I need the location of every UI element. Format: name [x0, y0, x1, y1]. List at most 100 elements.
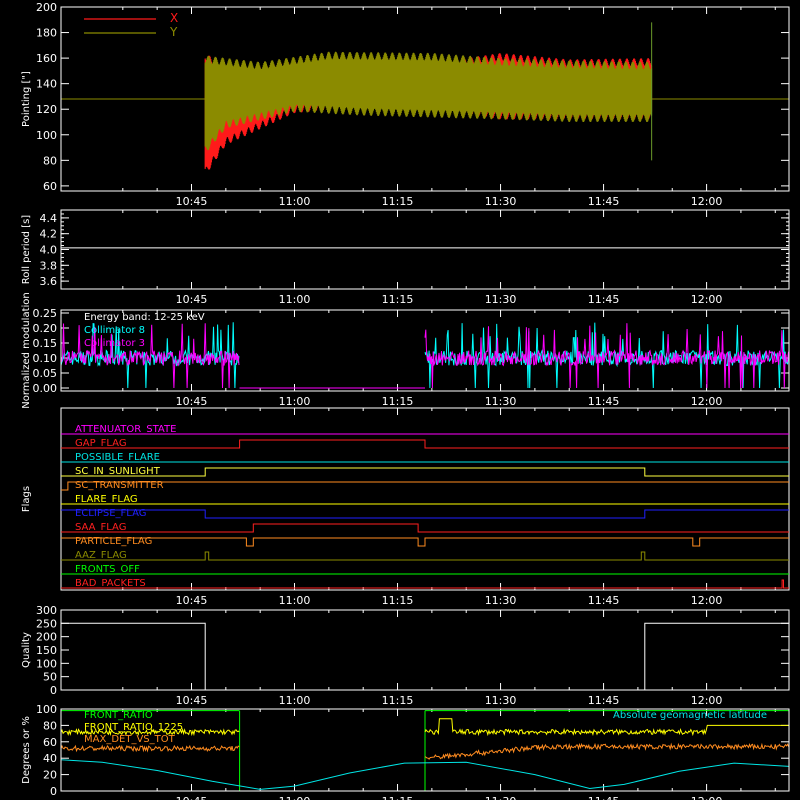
y-tick-label: 4.4 — [40, 212, 58, 225]
y-series-line — [204, 51, 653, 151]
flags-ylabel-group: Flags — [21, 486, 32, 512]
legend-label-ratio: FRONT_RATIO_1225 — [84, 722, 183, 733]
legend-title: Energy band: 12-25 keV — [84, 312, 205, 323]
x-tick-label: 11:30 — [485, 694, 517, 707]
y-tick-label: 40 — [43, 752, 57, 765]
quality-frame — [60, 609, 790, 691]
y-tick-label: 200 — [36, 631, 57, 644]
legend-label-collimator: Collimator 3 — [84, 338, 145, 349]
x-tick-label: 12:00 — [691, 795, 723, 800]
legend-label-ratio: Absolute geomagnetic latitude — [613, 710, 767, 721]
x-tick-label: 11:30 — [485, 293, 517, 306]
y-tick-label: 0.05 — [33, 367, 58, 380]
x-tick-label: 11:45 — [588, 694, 620, 707]
y-tick-label: 180 — [36, 27, 57, 40]
y-tick-label: 0.15 — [33, 337, 58, 350]
flag-label: BAD_PACKETS — [75, 578, 146, 589]
y-axis-label: Quality — [21, 632, 32, 668]
x-tick-label: 11:15 — [382, 795, 414, 800]
pointing-ylabel-group: Pointing ["] — [21, 71, 32, 127]
y-axis-label: Roll period [s] — [21, 215, 32, 284]
collimator-8-line — [60, 322, 789, 389]
x-tick-label: 11:15 — [382, 594, 414, 607]
y-tick-label: 100 — [36, 129, 57, 142]
x-tick-label: 10:45 — [176, 694, 208, 707]
modulation-ylabel-group: Normalized modulation — [21, 292, 32, 409]
y-tick-label: 20 — [43, 769, 57, 782]
y-tick-label: 150 — [36, 644, 57, 657]
x-tick-label: 11:00 — [279, 594, 311, 607]
legend-label-ratio: FRONT_RATIO — [84, 710, 153, 721]
y-tick-label: 80 — [43, 154, 57, 167]
flag-label: FRONTS_OFF — [75, 564, 140, 575]
y-tick-label: 140 — [36, 78, 57, 91]
flag-line-saa-flag — [61, 523, 789, 533]
y-tick-label: 100 — [36, 657, 57, 670]
y-tick-label: 3.8 — [40, 259, 58, 272]
x-tick-label: 11:15 — [382, 395, 414, 408]
flag-label: ECLIPSE_FLAG — [75, 508, 146, 519]
y-axis-label: Flags — [21, 486, 32, 512]
roll-frame — [60, 209, 790, 290]
ratios-ylabel-group: Degrees or % — [21, 716, 32, 784]
flag-label: AAZ_FLAG — [75, 550, 127, 561]
flag-label: POSSIBLE_FLARE — [75, 452, 160, 463]
y-tick-label: 300 — [36, 604, 57, 617]
y-axis-label: Normalized modulation — [21, 292, 32, 409]
x-tick-label: 12:00 — [691, 594, 723, 607]
y-tick-label: 200 — [36, 1, 57, 14]
legend-label-x: X — [170, 11, 178, 25]
y-tick-label: 0.00 — [33, 382, 58, 395]
y-tick-label: 4.0 — [40, 244, 58, 257]
flag-label: SC_IN_SUNLIGHT — [75, 466, 161, 477]
x-tick-label: 10:45 — [176, 395, 208, 408]
flag-line-gap-flag — [61, 439, 789, 449]
y-axis-label: Pointing ["] — [21, 71, 32, 127]
flag-line-eclipse-flag — [61, 509, 789, 519]
x-tick-label: 10:45 — [176, 594, 208, 607]
flag-label: SC_TRANSMITTER — [75, 480, 164, 491]
y-axis-label: Degrees or % — [21, 716, 32, 784]
roll-ylabel-group: Roll period [s] — [21, 215, 32, 284]
x-tick-label: 12:00 — [691, 195, 723, 208]
flag-label: SAA_FLAG — [75, 522, 126, 533]
y-tick-label: 0.10 — [33, 352, 58, 365]
x-tick-label: 11:45 — [588, 795, 620, 800]
x-tick-label: 11:00 — [279, 395, 311, 408]
x-tick-label: 10:45 — [176, 195, 208, 208]
x-tick-label: 11:30 — [485, 195, 517, 208]
flag-line-aaz-flag — [61, 551, 789, 561]
x-tick-label: 10:45 — [176, 795, 208, 800]
x-tick-label: 11:00 — [279, 195, 311, 208]
x-tick-label: 11:45 — [588, 395, 620, 408]
legend-label-ratio: MAX_DET_VS_TOT — [84, 734, 176, 745]
x-tick-label: 10:45 — [176, 293, 208, 306]
legend-label-y: Y — [169, 25, 178, 39]
flag-label: FLARE_FLAG — [75, 494, 138, 505]
flag-label: GAP_FLAG — [75, 438, 127, 449]
y-tick-label: 250 — [36, 617, 57, 630]
y-tick-label: 60 — [43, 180, 57, 193]
flags-frame — [60, 407, 790, 591]
y-tick-label: 50 — [43, 671, 57, 684]
y-tick-label: 4.2 — [40, 228, 58, 241]
x-tick-label: 11:45 — [588, 594, 620, 607]
y-tick-label: 3.6 — [40, 275, 58, 288]
y-tick-label: 0.20 — [33, 322, 58, 335]
x-tick-label: 11:15 — [382, 694, 414, 707]
flag-line-sc-transmitter — [61, 481, 789, 491]
quality-ylabel-group: Quality — [21, 632, 32, 668]
flag-line-sc-in-sunlight — [61, 467, 789, 477]
x-tick-label: 12:00 — [691, 694, 723, 707]
x-tick-label: 11:45 — [588, 195, 620, 208]
y-tick-label: 0.25 — [33, 307, 58, 320]
x-tick-label: 11:15 — [382, 195, 414, 208]
legend-label-collimator: Collimator 8 — [84, 325, 145, 336]
y-tick-label: 160 — [36, 52, 57, 65]
multi-panel-plot: 10:45 11:00 11:15 11:30 11:45 12:00 60 80 100 120… — [21, 1, 790, 800]
y-tick-label: 60 — [43, 736, 57, 749]
flag-label: PARTICLE_FLAG — [75, 536, 152, 547]
flag-line-bad-packets — [61, 579, 789, 589]
quality-line — [61, 622, 789, 691]
y-tick-label: 100 — [36, 703, 57, 716]
